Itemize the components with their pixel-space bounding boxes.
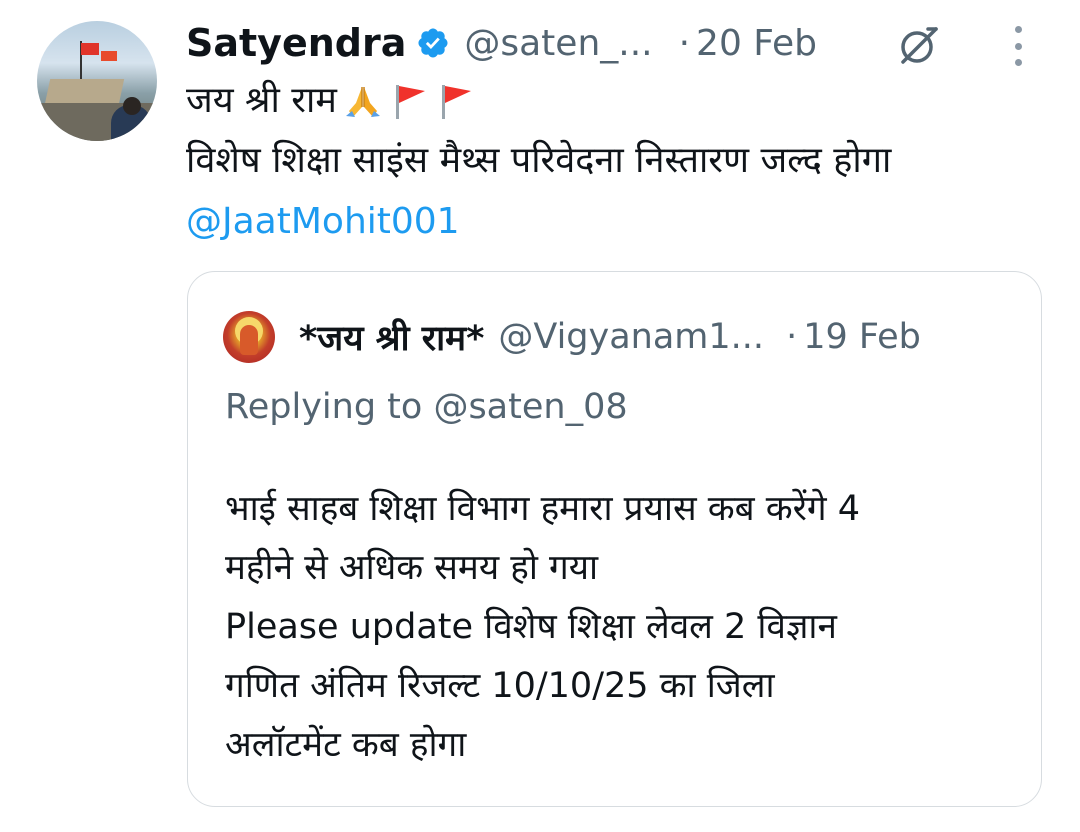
separator-dot: · — [678, 22, 691, 64]
quoted-body-line: भाई साहब शिक्षा विभाग हमारा प्रयास कब कर… — [225, 489, 861, 529]
avatar-flag — [101, 51, 117, 61]
folded-hands-icon — [345, 87, 380, 117]
separator-dot: · — [786, 317, 798, 357]
avatar-deity-figure — [240, 325, 258, 355]
author-name[interactable]: Satyendra — [186, 21, 406, 65]
author-handle[interactable]: @saten_... — [464, 23, 652, 64]
replying-to-label: Replying to @saten_08 — [225, 387, 628, 427]
quoted-body-line: Please update विशेष शिक्षा लेवल 2 विज्ञा… — [225, 607, 837, 647]
tweet-text-line: जय श्री राम — [186, 76, 475, 126]
quoted-body-line: महीने से अधिक समय हो गया — [225, 548, 599, 588]
quoted-author-avatar[interactable] — [223, 311, 275, 363]
quoted-author-handle[interactable]: @Vigyanam1... — [498, 317, 764, 357]
triangular-flag-icon — [441, 85, 471, 119]
quoted-tweet-date[interactable]: 19 Feb — [803, 317, 921, 357]
quoted-tweet-header: *जय श्री राम* @Vigyanam1... · 19 Feb — [299, 312, 921, 362]
tweet-text-greeting: जय श्री राम — [186, 80, 337, 121]
verified-badge-icon — [418, 28, 448, 58]
triangular-flag-icon — [395, 85, 425, 119]
mention-link[interactable]: @JaatMohit001 — [186, 197, 460, 247]
avatar-person-head — [123, 97, 141, 115]
tweet-header: Satyendra @saten_... · 20 Feb — [186, 18, 817, 68]
grok-icon[interactable] — [898, 24, 940, 66]
quoted-tweet-body: भाई साहब शिक्षा विभाग हमारा प्रयास कब कर… — [225, 480, 1025, 775]
tweet-text-line: विशेष शिक्षा साइंस मैथ्स परिवेदना निस्ता… — [186, 140, 892, 181]
avatar-flag — [81, 43, 99, 55]
tweet-date[interactable]: 20 Feb — [696, 23, 817, 64]
quoted-body-line: अलॉटमेंट कब होगा — [225, 725, 467, 765]
quoted-author-name[interactable]: *जय श्री राम* — [299, 314, 484, 361]
quoted-tweet-card[interactable]: *जय श्री राम* @Vigyanam1... · 19 Feb Rep… — [187, 271, 1042, 807]
author-avatar[interactable] — [37, 21, 157, 141]
more-options-icon[interactable] — [1008, 26, 1028, 66]
quoted-body-line: गणित अंतिम रिजल्ट 10/10/25 का जिला — [225, 666, 775, 706]
